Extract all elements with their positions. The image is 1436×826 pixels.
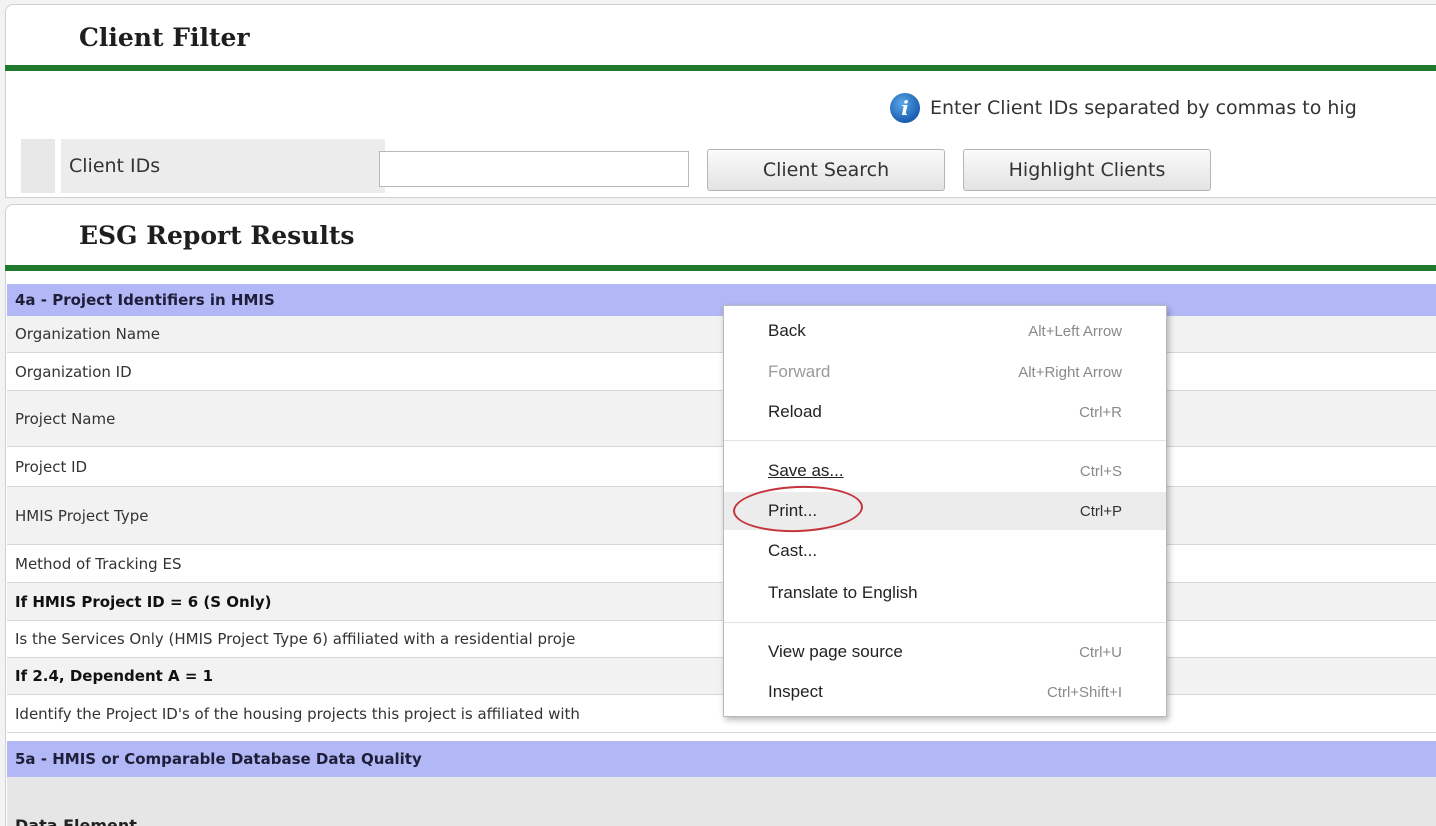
client-ids-input[interactable] [379, 151, 689, 187]
menu-item-label: Back [768, 321, 806, 340]
info-icon: i [890, 93, 920, 123]
menu-item-shortcut: Ctrl+S [1079, 462, 1122, 480]
section-header-5a: 5a - HMIS or Comparable Database Data Qu… [7, 741, 1436, 777]
table-row: Project ID [7, 447, 1436, 487]
menu-separator [724, 622, 1166, 623]
table-row: If 2.4, Dependent A = 1 [7, 658, 1436, 695]
table-row: Organization Name [7, 316, 1436, 353]
table-row: Organization ID [7, 353, 1436, 391]
report-results-divider [5, 265, 1436, 271]
menu-item-shortcut: Ctrl+P [1079, 502, 1122, 520]
table-row: Project Name [7, 391, 1436, 447]
menu-item-back[interactable]: Back Alt+Left Arrow [724, 312, 1166, 350]
data-element-header: Data Element [7, 777, 1436, 826]
table-row: Identify the Project ID's of the housing… [7, 695, 1436, 733]
menu-item-label: Translate to English [768, 583, 918, 602]
menu-item-cast[interactable]: Cast... [724, 532, 1166, 570]
row-stub [21, 139, 55, 193]
table-row: Is the Services Only (HMIS Project Type … [7, 621, 1436, 658]
client-ids-hint-text: Enter Client IDs separated by commas to … [930, 97, 1357, 119]
menu-item-translate[interactable]: Translate to English [724, 574, 1166, 612]
menu-item-label: View page source [768, 642, 903, 661]
menu-item-forward[interactable]: Forward Alt+Right Arrow [724, 353, 1166, 391]
highlight-clients-button[interactable]: Highlight Clients [963, 149, 1211, 191]
menu-item-label: Cast... [768, 541, 818, 560]
client-filter-divider [5, 65, 1436, 71]
menu-item-label: Save as... [768, 461, 844, 480]
client-filter-panel: Client Filter i Enter Client IDs separat… [5, 4, 1436, 198]
report-page: Client Filter i Enter Client IDs separat… [0, 0, 1436, 826]
menu-item-view-source[interactable]: View page source Ctrl+U [724, 633, 1166, 671]
menu-item-reload[interactable]: Reload Ctrl+R [724, 393, 1166, 431]
report-results-title: ESG Report Results [79, 221, 355, 250]
client-search-button[interactable]: Client Search [707, 149, 945, 191]
menu-item-label: Forward [768, 362, 831, 381]
client-ids-row: Client IDs Client Search Highlight Clien… [21, 139, 1436, 193]
client-ids-label: Client IDs [61, 139, 385, 193]
section-header-4a: 4a - Project Identifiers in HMIS [7, 284, 1436, 316]
table-row: HMIS Project Type [7, 487, 1436, 545]
menu-item-save-as[interactable]: Save as... Ctrl+S [724, 452, 1166, 490]
menu-item-label: Inspect [768, 682, 823, 701]
menu-separator [724, 440, 1166, 441]
context-menu: Back Alt+Left Arrow Forward Alt+Right Ar… [723, 305, 1167, 717]
client-ids-hint: i Enter Client IDs separated by commas t… [890, 93, 1357, 123]
menu-item-inspect[interactable]: Inspect Ctrl+Shift+I [724, 673, 1166, 711]
menu-item-shortcut: Alt+Right Arrow [1018, 363, 1122, 381]
menu-item-shortcut: Ctrl+U [1079, 643, 1122, 661]
menu-item-label: Reload [768, 402, 822, 421]
menu-item-shortcut: Ctrl+R [1079, 403, 1122, 421]
table-row: If HMIS Project ID = 6 (S Only) [7, 583, 1436, 621]
client-filter-title: Client Filter [79, 23, 250, 52]
menu-item-shortcut: Alt+Left Arrow [1028, 322, 1122, 340]
menu-item-shortcut: Ctrl+Shift+I [1046, 683, 1122, 701]
table-row: Method of Tracking ES [7, 545, 1436, 583]
